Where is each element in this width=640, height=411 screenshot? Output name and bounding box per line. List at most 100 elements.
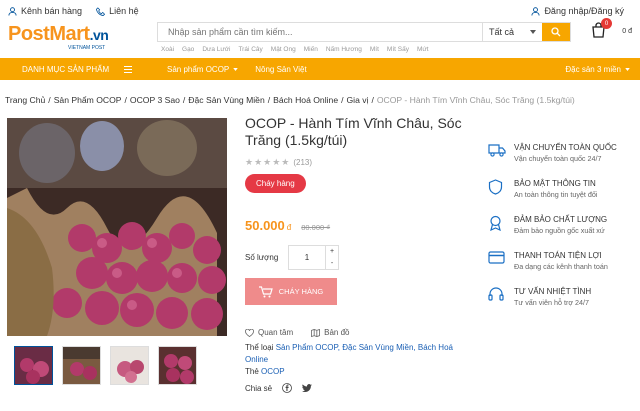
cart-button[interactable]: 0 — [591, 18, 612, 43]
quantity-stepper: 1 + - — [288, 245, 339, 270]
quantity-input[interactable]: 1 — [289, 246, 326, 269]
keyword-link[interactable]: Mật Ong — [271, 46, 296, 53]
search-icon — [551, 27, 561, 37]
shield-icon — [488, 179, 503, 195]
keyword-link[interactable]: Mứt — [417, 46, 429, 53]
breadcrumb-item[interactable]: Gia vị — [347, 95, 369, 105]
search-input[interactable] — [158, 23, 482, 41]
nav-link-ocop[interactable]: Sản phẩm OCOP — [167, 65, 238, 74]
contact-link[interactable]: Liên hệ — [96, 6, 139, 16]
old-price: 80.000 ₫ — [301, 223, 331, 232]
buy-button-label: CHÁY HÀNG — [278, 287, 324, 296]
sales-channel-link[interactable]: Kênh bán hàng — [8, 6, 82, 16]
service-item: BẢO MẬT THÔNG TIN An toàn thông tin tuyệt… — [488, 179, 638, 203]
service-item: VẬN CHUYỂN TOÀN QUỐC Vận chuyển toàn quốc… — [488, 143, 638, 167]
quantity-decrease-button[interactable]: - — [326, 258, 338, 270]
user-icon — [531, 6, 540, 16]
quantity-increase-button[interactable]: + — [326, 246, 338, 258]
wishlist-button[interactable]: Quan tâm — [245, 328, 293, 337]
rating[interactable]: ★★★★★ (213) — [245, 157, 475, 168]
quantity-row: Số lượng 1 + - — [245, 245, 475, 270]
search-box: Tất cả — [157, 22, 571, 42]
chevron-down-icon — [625, 67, 630, 71]
share-row: Chia sẻ — [245, 383, 475, 393]
search-button[interactable] — [542, 23, 570, 41]
cart-total: 0 đ — [622, 28, 632, 35]
logo-main: PostMart — [8, 22, 90, 45]
category-label: Thể loại — [245, 343, 274, 352]
service-item: TƯ VẤN NHIỆT TÌNH Tư vấn viên hỗ trợ 24/7 — [488, 287, 638, 311]
hamburger-icon — [124, 65, 132, 73]
keyword-link[interactable]: Dưa Lưới — [202, 46, 230, 53]
product-thumbnail[interactable] — [110, 346, 149, 385]
breadcrumb-item[interactable]: OCOP 3 Sao — [130, 95, 180, 105]
logo[interactable]: PostMart.vn VIETNAM POST — [8, 22, 148, 52]
product-actions: Quan tâm Bản đồ — [245, 328, 475, 337]
product-main-image[interactable] — [7, 118, 227, 336]
sales-channel-label: Kênh bán hàng — [21, 6, 83, 16]
service-title: ĐẢM BẢO CHẤT LƯỢNG — [514, 215, 608, 224]
product-thumbnail[interactable] — [14, 346, 53, 385]
breadcrumb-item[interactable]: Sản Phẩm OCOP — [54, 95, 122, 105]
service-desc: Đảm bảo nguồn gốc xuất xứ — [514, 226, 605, 235]
twitter-icon[interactable] — [302, 383, 313, 393]
facebook-icon[interactable] — [282, 383, 293, 393]
header: PostMart.vn VIETNAM POST Tất cả Xoài Gạo… — [0, 18, 640, 58]
logo-sub: VIETNAM POST — [68, 44, 106, 51]
keyword-link[interactable]: Miến — [304, 46, 318, 53]
product-thumbnail[interactable] — [158, 346, 197, 385]
category-links[interactable]: Sản Phẩm OCOP, Đặc Sản Vùng Miền, Bách H… — [245, 343, 453, 364]
map-icon — [311, 328, 321, 337]
chevron-down-icon — [233, 67, 238, 71]
star-rating-icon: ★★★★★ — [245, 157, 291, 167]
breadcrumb-current: OCOP - Hành Tím Vĩnh Châu, Sóc Trăng (1.… — [376, 95, 575, 105]
product-meta: Thể loại Sản Phẩm OCOP, Đặc Sản Vùng Miề… — [245, 342, 475, 378]
card-icon — [488, 251, 505, 264]
nav-link-nong-san-label: Nông Sản Việt — [255, 64, 307, 74]
phone-icon — [96, 6, 106, 16]
category-menu-label: DANH MỤC SẢN PHẨM — [22, 64, 110, 74]
keyword-link[interactable]: Xoài — [161, 46, 174, 53]
person-icon — [8, 6, 17, 16]
login-label: Đăng nhập/Đăng ký — [544, 6, 624, 16]
nav-link-nong-san[interactable]: Nông Sản Việt — [255, 65, 306, 74]
keyword-link[interactable]: Mít — [370, 46, 379, 53]
product-section: OCOP - Hành Tím Vĩnh Châu, Sóc Trăng (1.… — [0, 115, 640, 405]
keyword-link[interactable]: Nấm Hương — [326, 46, 362, 53]
price-block: 50.000 đ 80.000 ₫ — [245, 218, 475, 233]
share-label: Chia sẻ — [245, 383, 273, 393]
service-title: VẬN CHUYỂN TOÀN QUỐC — [514, 143, 617, 152]
review-count: (213) — [293, 158, 313, 167]
cart-icon — [258, 285, 273, 297]
service-desc: An toàn thông tin tuyệt đối — [514, 190, 598, 199]
login-link[interactable]: Đăng nhập/Đăng ký — [531, 6, 624, 16]
status-badge: Cháy hàng — [245, 174, 306, 193]
keyword-link[interactable]: Trái Cây — [238, 46, 262, 53]
current-price: 50.000 — [245, 218, 285, 233]
top-bar: Kênh bán hàng Liên hệ Đăng nhập/Đăng ký — [0, 0, 640, 22]
truck-icon — [488, 144, 506, 157]
headset-icon — [488, 287, 504, 301]
category-menu-button[interactable]: DANH MỤC SẢN PHẨM — [0, 65, 150, 74]
contact-label: Liên hệ — [109, 6, 139, 16]
breadcrumb-item[interactable]: Bách Hoá Online — [273, 95, 338, 105]
tag-link[interactable]: OCOP — [261, 367, 285, 376]
nav-link-dac-san[interactable]: Đặc sản 3 miền — [565, 65, 630, 74]
thumbnail-list — [14, 346, 197, 385]
chevron-down-icon — [530, 30, 536, 34]
category-select[interactable]: Tất cả — [482, 23, 542, 41]
product-thumbnail[interactable] — [62, 346, 101, 385]
keyword-link[interactable]: Gạo — [182, 46, 194, 53]
breadcrumb-item[interactable]: Đặc Sản Vùng Miền — [188, 95, 264, 105]
keyword-link[interactable]: Mít Sấy — [387, 46, 409, 53]
logo-domain: .vn — [89, 26, 109, 43]
breadcrumb-item[interactable]: Trang Chủ — [5, 95, 45, 105]
service-item: ĐẢM BẢO CHẤT LƯỢNG Đảm bảo nguồn gốc xuất… — [488, 215, 638, 239]
wishlist-label: Quan tâm — [258, 328, 294, 337]
quantity-label: Số lượng — [245, 253, 279, 262]
breadcrumb: Trang Chủ / Sản Phẩm OCOP / OCOP 3 Sao / Đặ… — [5, 95, 575, 105]
map-button[interactable]: Bản đồ — [311, 328, 350, 337]
buy-button[interactable]: CHÁY HÀNG — [245, 278, 337, 305]
service-desc: Đa dạng các kênh thanh toán — [514, 262, 608, 271]
badge-icon — [490, 215, 501, 231]
